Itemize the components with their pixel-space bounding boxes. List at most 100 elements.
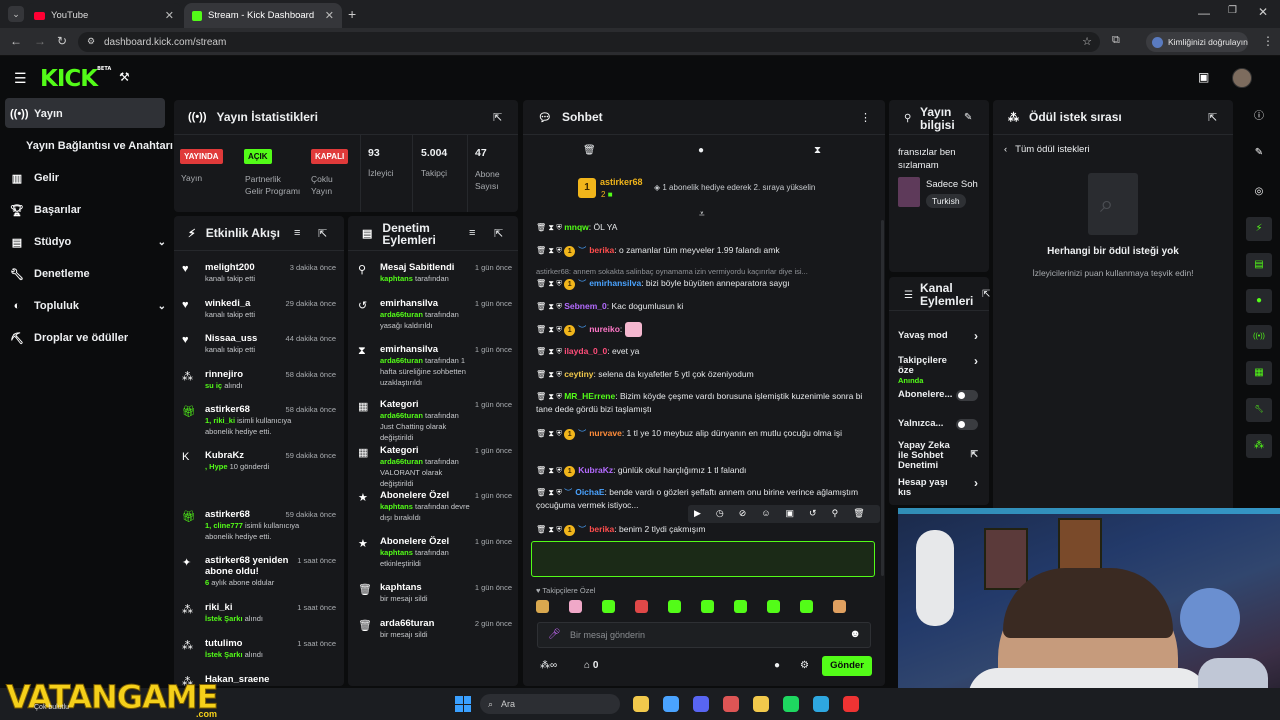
channel-action-item[interactable]: Yapay Zeka ile Sohbet Denetimi ⇱: [898, 441, 982, 471]
folder-icon[interactable]: [753, 696, 769, 712]
activity-user[interactable]: Hakan_sraene: [205, 674, 309, 685]
hammer-icon[interactable]: ⚒: [119, 70, 130, 84]
close-tab-icon[interactable]: ✕: [325, 9, 334, 22]
emote-button[interactable]: [569, 600, 582, 613]
mod-actions-icon[interactable]: 🗑︎ ⧗ ⛨: [536, 347, 564, 356]
filter-icon[interactable]: ≡: [469, 227, 475, 239]
points-balance[interactable]: ⌂ 0: [584, 660, 598, 671]
emote-button[interactable]: [734, 600, 747, 613]
camera-icon[interactable]: ◎: [1246, 180, 1272, 204]
emote-button[interactable]: [833, 600, 846, 613]
restore-icon[interactable]: ❐: [1228, 5, 1237, 16]
points-icon[interactable]: ⁂: [1246, 433, 1272, 458]
chat-message[interactable]: 🗑︎ ⧗ ⛨ 1 ︶ nureiko:: [536, 322, 872, 337]
delete-icon[interactable]: 🗑︎: [853, 508, 864, 519]
pin-icon[interactable]: ⚲: [832, 508, 839, 519]
new-tab-icon[interactable]: +: [348, 6, 356, 22]
reload-icon[interactable]: ↻: [57, 34, 67, 48]
close-window-icon[interactable]: ✕: [1258, 5, 1268, 19]
timeout-icon[interactable]: ◷: [716, 508, 724, 519]
points-icon[interactable]: ⁂∞: [540, 660, 557, 671]
discord-icon[interactable]: [693, 696, 709, 712]
hourglass-icon[interactable]: ⧗: [814, 145, 821, 156]
popout-icon[interactable]: ⇱: [982, 289, 990, 300]
minimize-icon[interactable]: —: [1198, 6, 1210, 20]
popout-icon[interactable]: ⇱: [494, 227, 503, 240]
chat-scrollbar[interactable]: [881, 220, 884, 576]
channel-action-item[interactable]: Yavaş mod ›: [898, 330, 982, 342]
emote-button[interactable]: [602, 600, 615, 613]
mod-actions-icon[interactable]: 🗑︎ ⧗ ⛨: [536, 429, 564, 438]
chat-icon[interactable]: ●: [1246, 289, 1272, 313]
emote-button[interactable]: [701, 600, 714, 613]
mod-actions-icon[interactable]: 🗑︎ ⧗ ⛨: [536, 392, 564, 401]
tab-search-icon[interactable]: ⌄: [8, 6, 24, 22]
chat-message[interactable]: 🗑︎ ⧗ ⛨ Sebnem_0: Kac dogumlusun ki: [536, 300, 872, 313]
emote-button[interactable]: [668, 600, 681, 613]
chat-message[interactable]: 🗑︎ ⧗ ⛨ MR_HErrene: Bizim köyde çeşme var…: [536, 390, 872, 416]
popout-icon[interactable]: ⇱: [1208, 111, 1217, 124]
app-icon[interactable]: [843, 696, 859, 712]
chat-input[interactable]: 🎤︎ Bir mesaj gönderin ☻: [537, 622, 871, 648]
mod-actions-icon[interactable]: 🗑︎ ⧗ ⛨: [536, 488, 564, 497]
play-icon[interactable]: ▶: [694, 508, 701, 519]
chat-message[interactable]: 🗑︎ ⧗ ⛨ ceytiny: selena da kıyafetler 5 y…: [536, 368, 872, 381]
emoji-icon[interactable]: ☻: [849, 628, 861, 640]
slash-icon[interactable]: ⊘: [739, 508, 747, 519]
send-button[interactable]: Gönder: [822, 656, 872, 676]
copy-icon[interactable]: ▣: [786, 508, 795, 519]
mod-actions-icon[interactable]: 🗑︎ ⧗ ⛨: [536, 370, 564, 379]
sidebar-item-stream-key[interactable]: Yayın Bağlantısı ve Anahtarı: [26, 137, 176, 155]
mic-icon[interactable]: 🎤︎: [548, 629, 561, 640]
collapse-icon[interactable]: ⩡: [699, 209, 705, 220]
channel-action-item[interactable]: Abonelere...: [898, 390, 982, 401]
media-icon[interactable]: [723, 696, 739, 712]
kick-logo[interactable]: KICKBETA: [40, 66, 111, 92]
sidebar-item-studyo[interactable]: ▤ Stüdyo ⌄: [10, 233, 166, 251]
trash-icon[interactable]: 🗑︎: [583, 145, 596, 156]
browser-menu-icon[interactable]: ⋮: [1262, 34, 1274, 48]
mod-actions-icon[interactable]: 🗑︎ ⧗ ⛨: [536, 246, 564, 255]
mod-actions-icon[interactable]: 🗑︎ ⧗ ⛨: [536, 466, 564, 475]
windows-start-icon[interactable]: [455, 696, 471, 712]
reply-icon[interactable]: ↺: [809, 508, 817, 519]
broadcast-icon[interactable]: ((•)): [1246, 325, 1272, 350]
mod-actions-icon[interactable]: 🗑︎ ⧗ ⛨: [536, 223, 564, 232]
filter-icon[interactable]: ≡: [294, 227, 300, 239]
all-rewards-back-link[interactable]: ‹ Tüm ödül istekleri: [1004, 144, 1090, 155]
mod-actions-icon[interactable]: 🗑︎ ⧗ ⛨: [536, 279, 564, 288]
sidebar-item-topluluk[interactable]: ◐ Topluluk ⌄: [10, 297, 166, 315]
profile-verify-button[interactable]: Kimliğinizi doğrulayın: [1146, 32, 1248, 52]
close-tab-icon[interactable]: ✕: [165, 9, 174, 22]
forward-icon[interactable]: →: [34, 34, 46, 48]
sidebar-item-yayin[interactable]: ((•)) Yayın: [10, 105, 166, 123]
bookmark-star-icon[interactable]: ☆: [1082, 35, 1092, 48]
emote-button[interactable]: [536, 600, 549, 613]
chat-message[interactable]: 🗑︎ ⧗ ⛨ mnqw: ÖL YA: [536, 221, 872, 234]
taskbar-search[interactable]: ⌕ Ara: [480, 694, 620, 714]
bolt-icon[interactable]: ⚡︎: [1246, 216, 1272, 241]
layout-icon[interactable]: ▦: [1246, 361, 1272, 386]
toggle-switch[interactable]: [956, 419, 978, 430]
mod-actions-icon[interactable]: 🗑︎ ⧗ ⛨: [536, 525, 564, 534]
sidebar-item-gelir[interactable]: ▥ Gelir: [10, 169, 166, 187]
chat-message[interactable]: 🗑︎ ⧗ ⛨ ilayda_0_0: evet ya: [536, 345, 872, 358]
site-info-icon[interactable]: ⚙: [87, 36, 95, 47]
channel-action-item[interactable]: Takipçilere öze Anında ›: [898, 355, 982, 386]
chat-message[interactable]: 🗑︎ ⧗ ⛨ 1 ︶ berika: o zamanlar tüm meyveler…: [536, 244, 872, 257]
channel-action-item[interactable]: Yalnızca...: [898, 419, 982, 430]
spotify-icon[interactable]: [783, 696, 799, 712]
hamburger-menu-icon[interactable]: ☰: [14, 70, 27, 87]
category-name[interactable]: Sadece Soh: [926, 179, 980, 190]
file-explorer-icon[interactable]: [633, 696, 649, 712]
browser-tab-kick[interactable]: Stream - Kick Dashboard ✕: [184, 3, 342, 28]
chat-message[interactable]: 🗑︎ ⧗ ⛨ 1 ︶ nurvave: 1 tl ye 10 meybuz alip…: [536, 427, 872, 440]
clipboard-icon[interactable]: ▤: [1246, 252, 1272, 277]
popout-icon[interactable]: ⇱: [493, 111, 502, 124]
emote-button[interactable]: [800, 600, 813, 613]
popout-icon[interactable]: ⇱: [318, 227, 327, 240]
chat-message[interactable]: 🗑︎ ⧗ ⛨ 1 KubraKz: günlük okul harçlığımız…: [536, 464, 872, 477]
chat-bubble-icon[interactable]: ●: [774, 660, 780, 671]
mod-actions-icon[interactable]: 🗑︎ ⧗ ⛨: [536, 325, 564, 334]
info-icon[interactable]: ⓘ: [1246, 108, 1272, 126]
